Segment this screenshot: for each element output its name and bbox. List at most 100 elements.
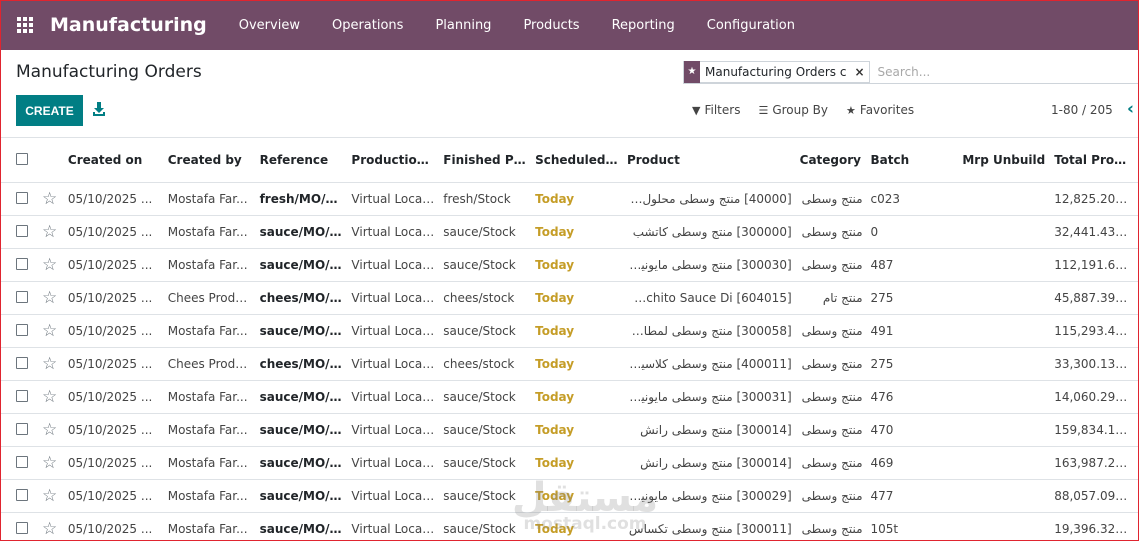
nav-item-products[interactable]: Products <box>507 18 595 33</box>
favorite-star-icon[interactable]: ☆ <box>40 257 68 274</box>
cell-scheduled-date: Today <box>535 192 575 206</box>
nav-item-planning[interactable]: Planning <box>419 18 507 33</box>
cell-scheduled-date: Today <box>535 225 575 239</box>
cell-finished-location: sauce/Stock <box>443 423 516 437</box>
cell-category: منتج وسطى <box>801 192 863 206</box>
column-header-category[interactable]: Category <box>792 153 863 167</box>
close-facet-icon[interactable]: × <box>850 65 868 79</box>
cell-batch: c023 <box>870 192 901 206</box>
table-row[interactable]: ☆ 05/10/2025 ... Mostafa Far... sauce/MO/1.… <box>0 414 1139 447</box>
cell-total-production-cost: 115,293.406... <box>1054 324 1139 338</box>
cell-total-production-cost: 14,060.29308 <box>1054 390 1139 404</box>
cell-reference: chees/MO/0... <box>259 357 344 371</box>
favorite-star-icon[interactable]: ☆ <box>40 389 68 406</box>
column-header-created-on[interactable]: Created on <box>68 153 160 167</box>
cell-created-on: 05/10/2025 ... <box>67 324 153 338</box>
favorite-star-icon[interactable]: ☆ <box>40 521 68 538</box>
cell-created-on: 05/10/2025 ... <box>67 522 153 536</box>
cell-category: منتج وسطى <box>801 522 863 536</box>
cell-category: منتج وسطى <box>801 423 863 437</box>
cell-finished-location: sauce/Stock <box>443 258 516 272</box>
app-brand[interactable]: Manufacturing <box>50 14 207 36</box>
page-title: Manufacturing Orders <box>16 62 202 82</box>
row-checkbox[interactable] <box>0 191 40 207</box>
cell-finished-location: fresh/Stock <box>443 192 511 206</box>
cell-total-production-cost: 32,441.43835 <box>1054 225 1139 239</box>
cell-created-on: 05/10/2025 ... <box>67 357 153 371</box>
column-header-reference[interactable]: Reference <box>252 153 344 167</box>
cell-product: [604015] Nachito Sauce Di... <box>618 291 792 305</box>
column-header-production-location[interactable]: Production Location <box>343 153 435 167</box>
cell-category: منتج وسطى <box>801 357 863 371</box>
column-header-total-production-cost[interactable]: Total Production Cost <box>1046 153 1139 167</box>
search-input[interactable] <box>877 64 1138 79</box>
table-row[interactable]: ☆ 05/10/2025 ... Mostafa Far... sauce/MO/1.… <box>0 447 1139 480</box>
favorite-star-icon[interactable]: ☆ <box>40 224 68 241</box>
row-checkbox[interactable] <box>0 521 40 537</box>
pager-value[interactable]: 1-80 / 205 <box>1051 103 1113 117</box>
favorite-star-icon[interactable]: ☆ <box>40 356 68 373</box>
nav-item-configuration[interactable]: Configuration <box>691 18 811 33</box>
search-facet[interactable]: ★ Manufacturing Orders c × <box>683 60 870 83</box>
cell-scheduled-date: Today <box>535 291 575 305</box>
nav-item-reporting[interactable]: Reporting <box>596 18 691 33</box>
favorite-star-icon[interactable]: ☆ <box>40 191 68 208</box>
row-checkbox[interactable] <box>0 455 40 471</box>
chevron-left-icon[interactable]: ‹ <box>1127 99 1134 119</box>
cell-product: [300011] منتج وسطى تكساس <box>628 522 792 536</box>
table-row[interactable]: ☆ 05/10/2025 ... Mostafa Far... sauce/MO/1.… <box>0 513 1139 541</box>
search-bar: ★ Manufacturing Orders c × <box>683 60 1138 84</box>
column-header-finished-location[interactable]: Finished Products Location <box>435 153 527 167</box>
cell-finished-location: chees/stock <box>443 291 515 305</box>
cell-product: [300031] منتج وسطى مايونيز ساندوتش ... <box>619 390 792 404</box>
cell-total-production-cost: 33,300.13015 <box>1054 357 1139 371</box>
cell-production-location: Virtual Locat... <box>351 522 436 536</box>
favorite-star-icon[interactable]: ☆ <box>40 323 68 340</box>
column-header-batch[interactable]: Batch <box>863 153 955 167</box>
cell-total-production-cost: 112,191.651... <box>1054 258 1139 272</box>
column-header-created-by[interactable]: Created by <box>160 153 252 167</box>
row-checkbox[interactable] <box>0 422 40 438</box>
column-header-scheduled-date[interactable]: Scheduled Date <box>527 153 619 167</box>
cell-finished-location: sauce/Stock <box>443 225 516 239</box>
cell-created-by: Mostafa Far... <box>167 456 248 470</box>
cell-batch: 487 <box>870 258 894 272</box>
table-row[interactable]: ☆ 05/10/2025 ... Mostafa Far... sauce/MO/1.… <box>0 381 1139 414</box>
row-checkbox[interactable] <box>0 389 40 405</box>
favorite-star-icon[interactable]: ☆ <box>40 488 68 505</box>
table-row[interactable]: ☆ 05/10/2025 ... Mostafa Far... sauce/MO/1.… <box>0 480 1139 513</box>
table-row[interactable]: ☆ 05/10/2025 ... Mostafa Far... sauce/MO/1.… <box>0 315 1139 348</box>
filters-button[interactable]: ▼ Filters <box>692 103 740 117</box>
row-checkbox[interactable] <box>0 488 40 504</box>
cell-finished-location: sauce/Stock <box>443 324 516 338</box>
nav-item-operations[interactable]: Operations <box>316 18 419 33</box>
cell-reference: sauce/MO/1... <box>259 324 344 338</box>
column-header-product[interactable]: Product <box>619 153 792 167</box>
select-all-checkbox[interactable] <box>0 152 40 168</box>
table-row[interactable]: ☆ 05/10/2025 ... Mostafa Far... sauce/MO/1.… <box>0 249 1139 282</box>
table-row[interactable]: ☆ 05/10/2025 ... Mostafa Far... fresh/MO/0.… <box>0 183 1139 216</box>
favorite-star-icon[interactable]: ☆ <box>40 290 68 307</box>
cell-created-on: 05/10/2025 ... <box>67 423 153 437</box>
download-icon[interactable] <box>92 101 106 117</box>
column-header-mrp-unbuild[interactable]: Mrp Unbuild <box>954 153 1046 167</box>
cell-total-production-cost: 45,887.39144 <box>1054 291 1139 305</box>
create-button[interactable]: CREATE <box>16 95 83 126</box>
table-row[interactable]: ☆ 05/10/2025 ... Mostafa Far... sauce/MO/1.… <box>0 216 1139 249</box>
row-checkbox[interactable] <box>0 257 40 273</box>
favorites-button[interactable]: ★ Favorites <box>846 103 914 117</box>
cell-production-location: Virtual Locat... <box>351 423 436 437</box>
group-by-button[interactable]: ☰ Group By <box>758 103 828 117</box>
row-checkbox[interactable] <box>0 224 40 240</box>
row-checkbox[interactable] <box>0 323 40 339</box>
row-checkbox[interactable] <box>0 356 40 372</box>
favorite-star-icon[interactable]: ☆ <box>40 422 68 439</box>
table-row[interactable]: ☆ 05/10/2025 ... Chees Produ... chees/MO/0.… <box>0 348 1139 381</box>
apps-menu-icon[interactable] <box>0 0 50 50</box>
cell-created-on: 05/10/2025 ... <box>67 225 153 239</box>
table-row[interactable]: ☆ 05/10/2025 ... Chees Produ... chees/MO/0.… <box>0 282 1139 315</box>
nav-item-overview[interactable]: Overview <box>223 18 316 33</box>
cell-category: منتج تام <box>822 291 863 305</box>
row-checkbox[interactable] <box>0 290 40 306</box>
favorite-star-icon[interactable]: ☆ <box>40 455 68 472</box>
